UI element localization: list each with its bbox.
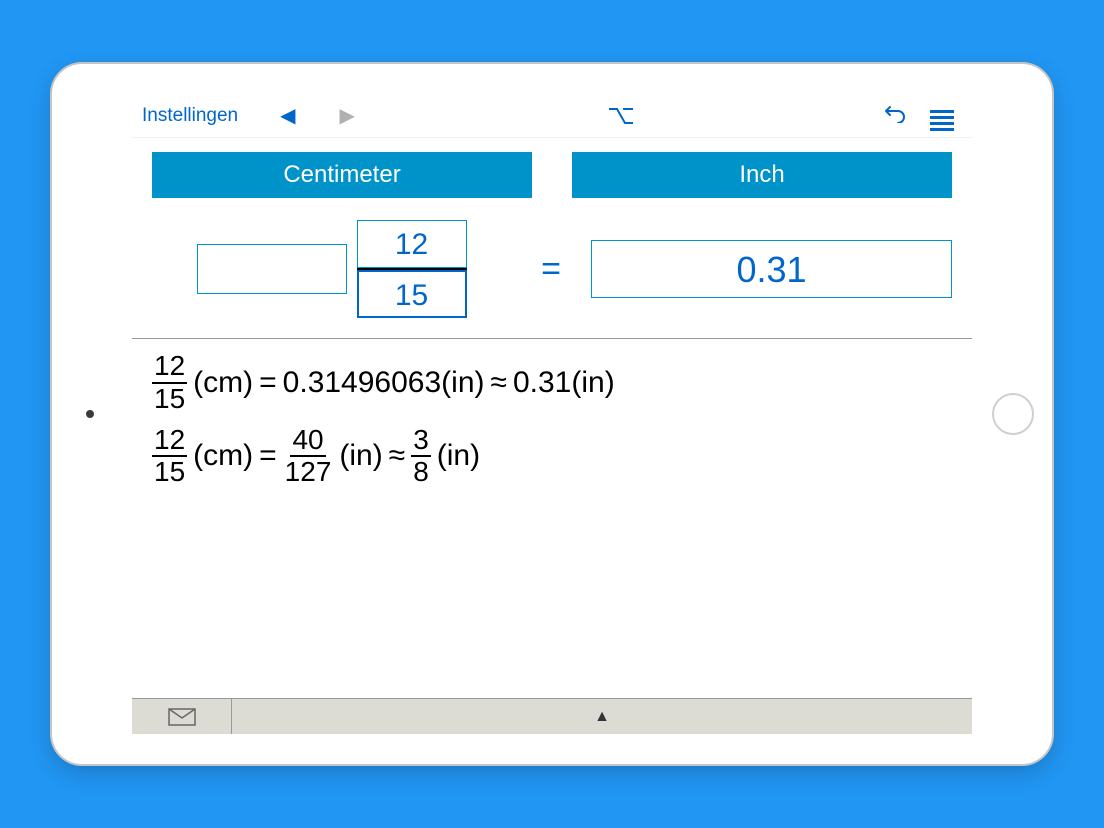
toolbar: Instellingen ◀ ▶	[132, 94, 972, 138]
nav-prev-icon[interactable]: ◀	[258, 103, 317, 128]
result-line-2: 12 15 (cm) = 40 127 (in) ≈ 3 8 (in)	[152, 425, 952, 489]
frac-den: 127	[283, 457, 334, 488]
nav-next-icon[interactable]: ▶	[318, 103, 377, 128]
frac-num: 3	[411, 425, 431, 458]
tablet-frame: Instellingen ◀ ▶ Centimeter Inch	[52, 64, 1052, 764]
frac-num: 12	[152, 351, 187, 384]
settings-button[interactable]: Instellingen	[142, 105, 238, 127]
frac-num: 40	[290, 425, 325, 458]
approx-sign: ≈	[491, 366, 507, 400]
results-panel: 12 15 (cm) = 0.31496063(in) ≈ 0.31(in) 1…	[132, 338, 972, 698]
unit-left-tab[interactable]: Centimeter	[152, 152, 532, 198]
approx-sign: ≈	[389, 439, 405, 473]
equals-text: =	[259, 439, 277, 473]
envelope-icon	[168, 708, 196, 726]
undo-icon[interactable]	[866, 103, 922, 129]
input-row: 12 15 = 0.31	[132, 208, 972, 338]
app-screen: Instellingen ◀ ▶ Centimeter Inch	[132, 94, 972, 734]
home-button[interactable]	[992, 393, 1034, 435]
result-line-1: 12 15 (cm) = 0.31496063(in) ≈ 0.31(in)	[152, 351, 952, 415]
fraction-icon: 3 8	[411, 425, 431, 489]
equals-text: =	[259, 366, 277, 400]
expand-button[interactable]: ▲	[232, 699, 972, 734]
equals-sign: =	[523, 250, 579, 289]
units-row: Centimeter Inch	[132, 138, 972, 208]
unit-label: (cm)	[193, 439, 253, 473]
option-key-icon[interactable]	[569, 108, 673, 124]
fraction-icon: 40 127	[283, 425, 334, 489]
decimal-value: 0.31496063(in)	[283, 366, 485, 400]
result-output[interactable]: 0.31	[591, 240, 952, 298]
approx-value: 0.31(in)	[513, 366, 615, 400]
frac-num: 12	[152, 425, 187, 458]
frac-den: 15	[152, 384, 187, 415]
fraction-input: 12 15	[357, 220, 467, 318]
fraction-icon: 12 15	[152, 351, 187, 415]
unit-label: (cm)	[193, 366, 253, 400]
bottom-bar: ▲	[132, 698, 972, 734]
frac-den: 15	[152, 457, 187, 488]
whole-number-input[interactable]	[197, 244, 347, 294]
denominator-input[interactable]: 15	[357, 270, 467, 318]
numerator-input[interactable]: 12	[357, 220, 467, 268]
fraction-icon: 12 15	[152, 425, 187, 489]
camera-icon	[86, 410, 94, 418]
unit-right-tab[interactable]: Inch	[572, 152, 952, 198]
left-input-group: 12 15	[152, 220, 511, 318]
mail-button[interactable]	[132, 699, 232, 734]
unit-label: (in)	[437, 439, 480, 473]
frac-den: 8	[411, 457, 431, 488]
chevron-up-icon: ▲	[594, 708, 610, 726]
unit-label: (in)	[339, 439, 382, 473]
menu-icon[interactable]	[922, 100, 962, 131]
